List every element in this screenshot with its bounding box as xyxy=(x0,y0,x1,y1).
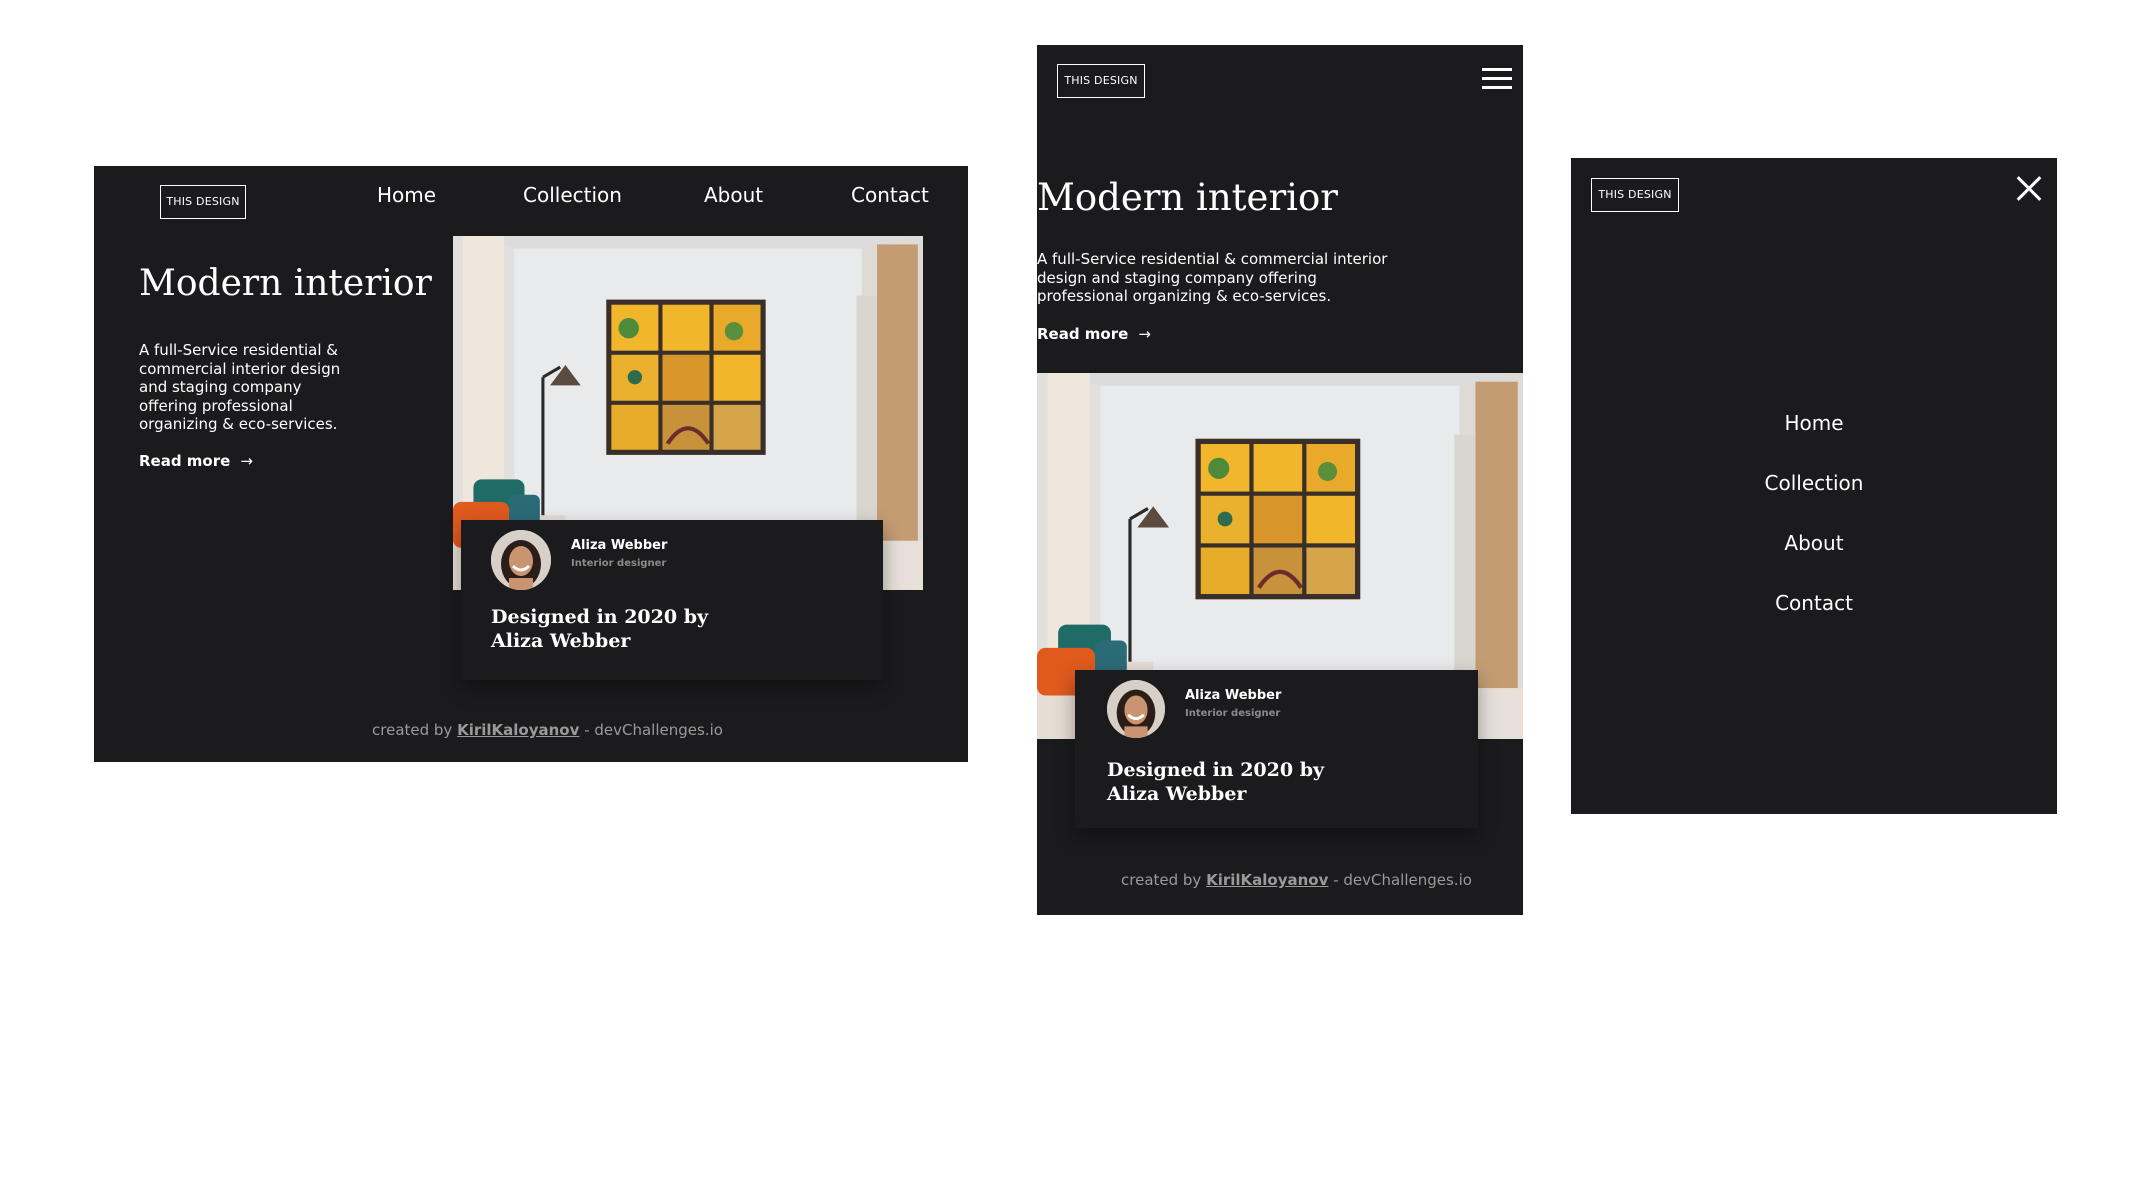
designer-role: Interior designer xyxy=(571,558,667,569)
arrow-right-icon: → xyxy=(240,452,253,470)
avatar xyxy=(491,530,551,590)
footer-author-link[interactable]: KirilKaloyanov xyxy=(1206,871,1328,889)
read-more-label: Read more xyxy=(1037,325,1129,343)
mobile-menu-screen: THIS DESIGN Home Collection About Contac… xyxy=(1571,158,2057,814)
footer-prefix: created by xyxy=(1121,871,1202,889)
hamburger-menu-icon[interactable] xyxy=(1482,68,1512,90)
hero-description: A full-Service residential & commercial … xyxy=(1037,250,1388,305)
nav-contact[interactable]: Contact xyxy=(851,183,929,207)
hero-title: Modern interior xyxy=(139,263,432,304)
read-more-link[interactable]: Read more → xyxy=(139,452,253,470)
arrow-right-icon: → xyxy=(1138,325,1151,343)
nav-about[interactable]: About xyxy=(704,183,763,207)
avatar xyxy=(1107,680,1165,738)
card-title: Designed in 2020 by Aliza Webber xyxy=(491,606,709,652)
menu-collection[interactable]: Collection xyxy=(1571,471,2057,495)
mobile-screen: THIS DESIGN Modern interior A full-Servi… xyxy=(1037,45,1523,915)
desktop-screen: THIS DESIGN Home Collection About Contac… xyxy=(94,166,968,762)
menu-home[interactable]: Home xyxy=(1571,411,2057,435)
footer-author-link[interactable]: KirilKaloyanov xyxy=(457,721,579,739)
nav-home[interactable]: Home xyxy=(377,183,436,207)
designer-name: Aliza Webber xyxy=(1185,688,1282,703)
designer-card: Aliza Webber Interior designer Designed … xyxy=(461,520,883,680)
designer-card: Aliza Webber Interior designer Designed … xyxy=(1075,670,1478,828)
footer-suffix: - devChallenges.io xyxy=(584,721,723,739)
logo[interactable]: THIS DESIGN xyxy=(1591,178,1679,212)
designer-name: Aliza Webber xyxy=(571,538,668,553)
close-icon[interactable] xyxy=(2016,176,2042,202)
logo[interactable]: THIS DESIGN xyxy=(160,185,246,219)
card-title: Designed in 2020 by Aliza Webber xyxy=(1107,759,1325,805)
nav-collection[interactable]: Collection xyxy=(523,183,622,207)
footer-suffix: - devChallenges.io xyxy=(1333,871,1472,889)
read-more-link[interactable]: Read more → xyxy=(1037,325,1151,343)
footer: created by KirilKaloyanov - devChallenge… xyxy=(372,721,723,739)
menu-about[interactable]: About xyxy=(1571,531,2057,555)
designer-role: Interior designer xyxy=(1185,708,1281,719)
footer: created by KirilKaloyanov - devChallenge… xyxy=(1121,871,1472,889)
hero-description: A full-Service residential & commercial … xyxy=(139,341,341,433)
menu-contact[interactable]: Contact xyxy=(1571,591,2057,615)
hero-title: Modern interior xyxy=(1037,176,1338,219)
read-more-label: Read more xyxy=(139,452,231,470)
logo[interactable]: THIS DESIGN xyxy=(1057,64,1145,98)
footer-prefix: created by xyxy=(372,721,453,739)
